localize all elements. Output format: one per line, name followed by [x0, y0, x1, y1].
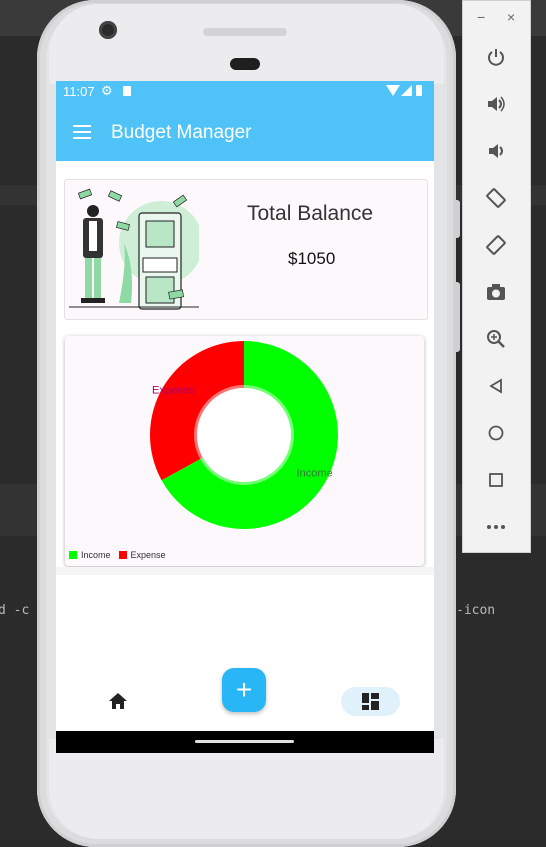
- hamburger-menu-icon[interactable]: [73, 125, 91, 139]
- volume-up-icon[interactable]: [481, 89, 511, 119]
- battery-icon: [416, 85, 422, 96]
- app-bar: Budget Manager: [56, 103, 434, 161]
- minimize-button[interactable]: −: [477, 9, 485, 25]
- side-button[interactable]: [455, 282, 460, 352]
- side-button[interactable]: [455, 200, 460, 238]
- emulator-panel: − ×: [462, 0, 531, 553]
- slice-label-expense: Expense: [152, 384, 195, 396]
- front-camera: [99, 21, 117, 39]
- donut-chart: Income Expense: [150, 341, 338, 529]
- gesture-home-indicator[interactable]: [195, 740, 294, 743]
- home-circle-icon[interactable]: [481, 418, 511, 448]
- rotate-left-icon[interactable]: [481, 183, 511, 213]
- balance-card: Total Balance $1050: [64, 179, 428, 320]
- dashboard-icon: [362, 693, 379, 710]
- back-icon[interactable]: [481, 371, 511, 401]
- legend-swatch-income: [69, 551, 77, 559]
- legend-swatch-expense: [118, 551, 127, 559]
- status-time: 11:07: [63, 84, 95, 99]
- signal-icon: [401, 85, 412, 96]
- ide-code-text: -icon: [456, 603, 496, 618]
- phone-bezel-top: [49, 4, 444, 84]
- app-screen: 11:07 ⚙ Budget Manager Total Balance $10…: [56, 81, 434, 753]
- balance-title: Total Balance: [247, 202, 374, 225]
- volume-down-icon[interactable]: [481, 136, 511, 166]
- balance-amount: $1050: [288, 249, 336, 268]
- system-nav-bar: [56, 731, 434, 753]
- status-bar: 11:07 ⚙: [56, 81, 434, 103]
- home-icon[interactable]: [108, 691, 128, 711]
- content-divider: [56, 567, 434, 575]
- nav-item-dashboard[interactable]: [341, 687, 400, 716]
- legend-label-income: Income: [81, 550, 111, 560]
- slice-label-income: Income: [297, 468, 333, 480]
- chart-legend: Income Expense: [69, 550, 174, 560]
- add-transaction-button[interactable]: +: [222, 668, 266, 712]
- phone-frame: 11:07 ⚙ Budget Manager Total Balance $10…: [37, 0, 460, 847]
- app-title: Budget Manager: [111, 122, 252, 143]
- power-icon[interactable]: [481, 42, 511, 72]
- legend-label-expense: Expense: [130, 550, 166, 560]
- wifi-icon: [386, 85, 400, 96]
- rotate-right-icon[interactable]: [481, 230, 511, 260]
- overview-icon[interactable]: [481, 465, 511, 495]
- gear-icon: ⚙: [101, 83, 113, 98]
- camera-icon[interactable]: [481, 277, 511, 307]
- more-icon[interactable]: [481, 512, 511, 542]
- ide-code-text: d -c: [0, 603, 30, 618]
- sd-card-icon: [123, 86, 131, 96]
- man-with-money-illustration: [69, 188, 199, 310]
- zoom-icon[interactable]: [481, 324, 511, 354]
- close-button[interactable]: ×: [507, 9, 515, 25]
- proximity-sensor: [230, 58, 260, 70]
- earpiece-speaker: [203, 28, 287, 36]
- phone-bezel-bottom: [49, 739, 444, 839]
- donut-hole: [194, 385, 294, 485]
- chart-card: Income Expense Income Expense: [65, 336, 424, 566]
